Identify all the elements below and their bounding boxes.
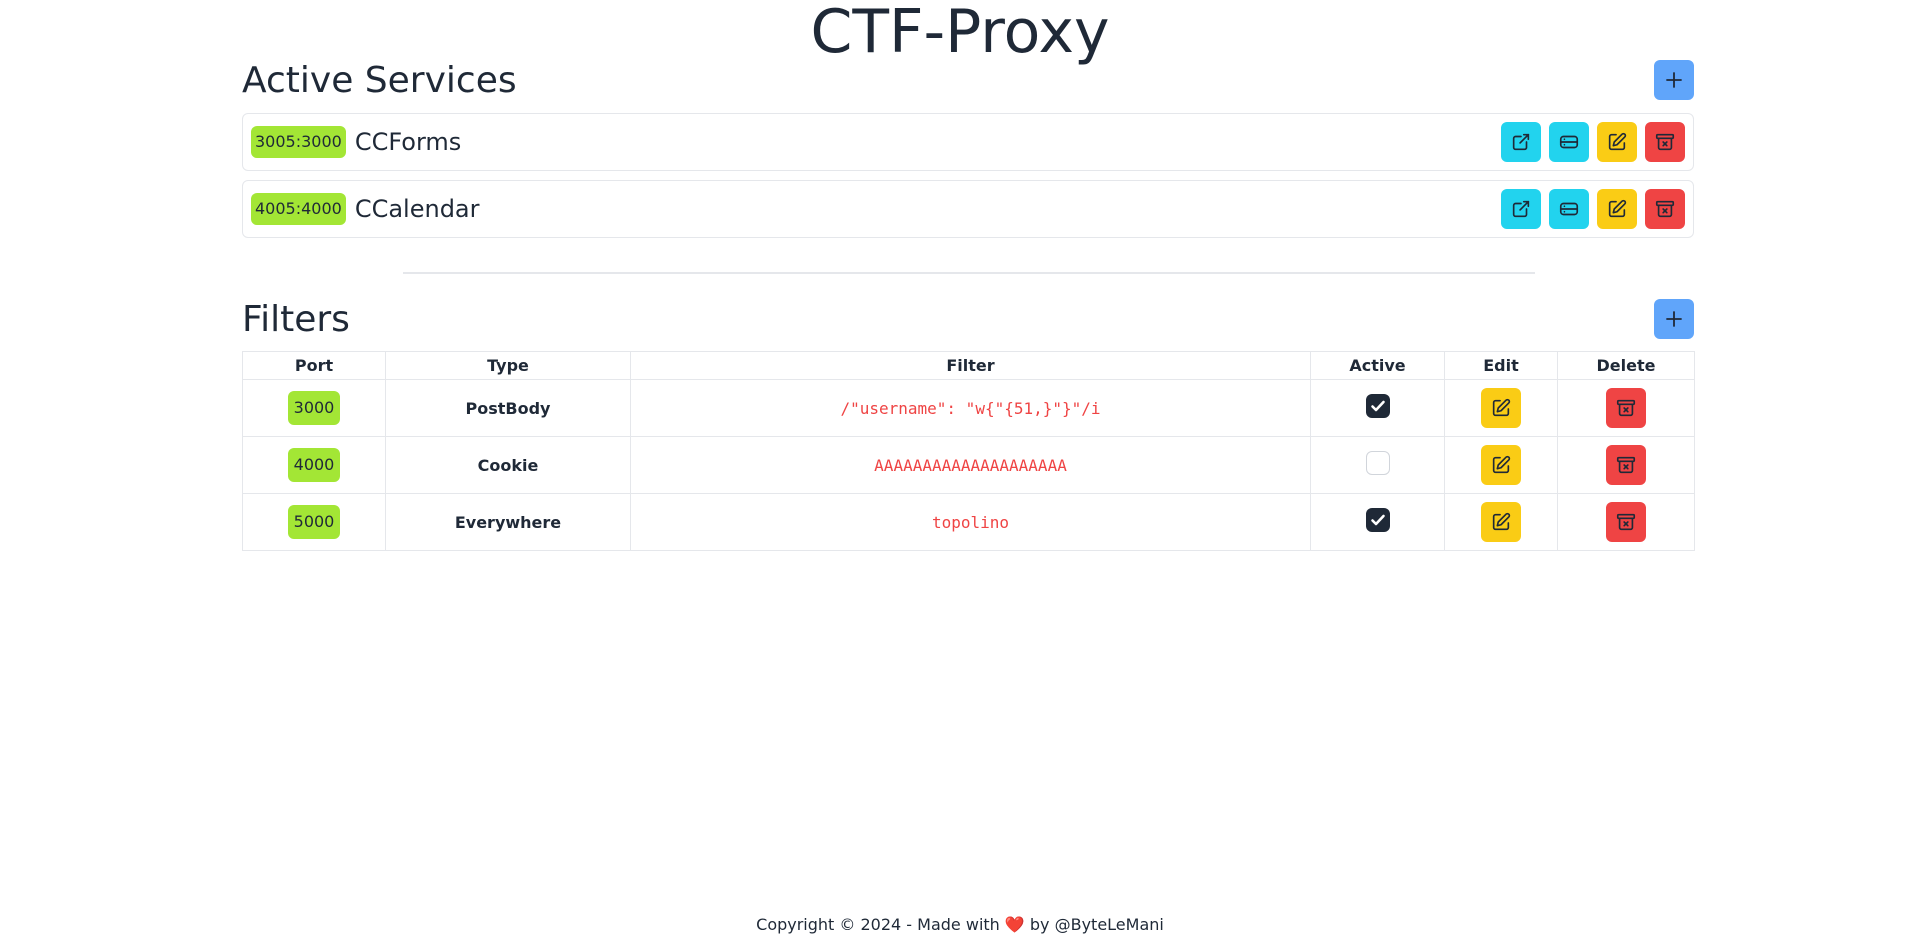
filters-table: Port Type Filter Active Edit Delete 3000… <box>242 351 1695 551</box>
archive-delete-icon <box>1615 397 1637 419</box>
column-header-filter: Filter <box>630 351 1311 380</box>
footer-copyright: Copyright © 2024 - Made with <box>756 915 1005 934</box>
open-service-button[interactable] <box>1501 122 1541 162</box>
filter-port-badge: 5000 <box>287 505 341 539</box>
filters-header: Filters <box>242 299 1694 341</box>
service-actions <box>1501 189 1685 229</box>
service-actions <box>1501 122 1685 162</box>
column-header-edit: Edit <box>1444 351 1558 380</box>
edit-icon <box>1606 198 1628 220</box>
table-row: 4000 Cookie AAAAAAAAAAAAAAAAAAAA <box>242 436 1695 494</box>
edit-icon <box>1606 131 1628 153</box>
filter-pattern: /"username": "w{"{51,}"}"/i <box>840 398 1101 418</box>
service-item: 3005:3000 CCForms <box>242 113 1694 171</box>
page-title: CTF-Proxy <box>810 0 1110 67</box>
edit-icon <box>1490 454 1512 476</box>
services-header: Active Services <box>242 60 1694 102</box>
delete-filter-button[interactable] <box>1606 388 1646 428</box>
footer: Copyright © 2024 - Made with ❤️ by @Byte… <box>0 913 1920 937</box>
table-row: 3000 PostBody /"username": "w{"{51,}"}"/… <box>242 379 1695 437</box>
edit-filter-button[interactable] <box>1481 388 1521 428</box>
edit-service-button[interactable] <box>1597 122 1637 162</box>
delete-filter-button[interactable] <box>1606 502 1646 542</box>
table-row: 5000 Everywhere topolino <box>242 493 1695 551</box>
filter-port-badge: 3000 <box>287 391 341 425</box>
active-checkbox[interactable] <box>1365 394 1390 419</box>
edit-filter-button[interactable] <box>1481 445 1521 485</box>
heart-icon: ❤️ <box>1004 915 1025 934</box>
archive-delete-icon <box>1654 131 1676 153</box>
delete-filter-button[interactable] <box>1606 445 1646 485</box>
service-port-badge: 4005:4000 <box>251 193 346 225</box>
active-checkbox[interactable] <box>1365 451 1390 476</box>
active-checkbox[interactable] <box>1365 508 1390 533</box>
service-name: CCalendar <box>354 195 480 223</box>
edit-filter-button[interactable] <box>1481 502 1521 542</box>
plus-icon <box>1664 70 1684 90</box>
column-header-type: Type <box>385 351 631 380</box>
service-storage-button[interactable] <box>1549 189 1589 229</box>
table-header-row: Port Type Filter Active Edit Delete <box>242 351 1695 380</box>
delete-service-button[interactable] <box>1645 189 1685 229</box>
services-list: 3005:3000 CCForms 4005:4000 CCalendar <box>242 113 1694 247</box>
section-divider <box>403 272 1535 274</box>
service-item: 4005:4000 CCalendar <box>242 180 1694 238</box>
footer-author: by @ByteLeMani <box>1024 915 1164 934</box>
filter-type: PostBody <box>465 398 551 418</box>
filter-type: Everywhere <box>454 512 562 532</box>
plus-icon <box>1664 309 1684 329</box>
database-icon <box>1558 198 1580 220</box>
delete-service-button[interactable] <box>1645 122 1685 162</box>
edit-icon <box>1490 511 1512 533</box>
column-header-port: Port <box>242 351 386 380</box>
external-link-icon <box>1510 131 1532 153</box>
filter-port-badge: 4000 <box>287 448 341 482</box>
filter-pattern: AAAAAAAAAAAAAAAAAAAA <box>874 455 1067 475</box>
archive-delete-icon <box>1654 198 1676 220</box>
open-service-button[interactable] <box>1501 189 1541 229</box>
services-heading: Active Services <box>242 60 517 101</box>
filter-type: Cookie <box>477 455 539 475</box>
edit-icon <box>1490 397 1512 419</box>
column-header-delete: Delete <box>1557 351 1695 380</box>
service-port-badge: 3005:3000 <box>251 126 346 158</box>
database-icon <box>1558 131 1580 153</box>
service-storage-button[interactable] <box>1549 122 1589 162</box>
archive-delete-icon <box>1615 454 1637 476</box>
add-service-button[interactable] <box>1654 60 1694 100</box>
external-link-icon <box>1510 198 1532 220</box>
archive-delete-icon <box>1615 511 1637 533</box>
service-name: CCForms <box>354 128 462 156</box>
edit-service-button[interactable] <box>1597 189 1637 229</box>
add-filter-button[interactable] <box>1654 299 1694 339</box>
filter-pattern: topolino <box>931 512 1010 532</box>
column-header-active: Active <box>1310 351 1445 380</box>
filters-heading: Filters <box>242 299 350 340</box>
